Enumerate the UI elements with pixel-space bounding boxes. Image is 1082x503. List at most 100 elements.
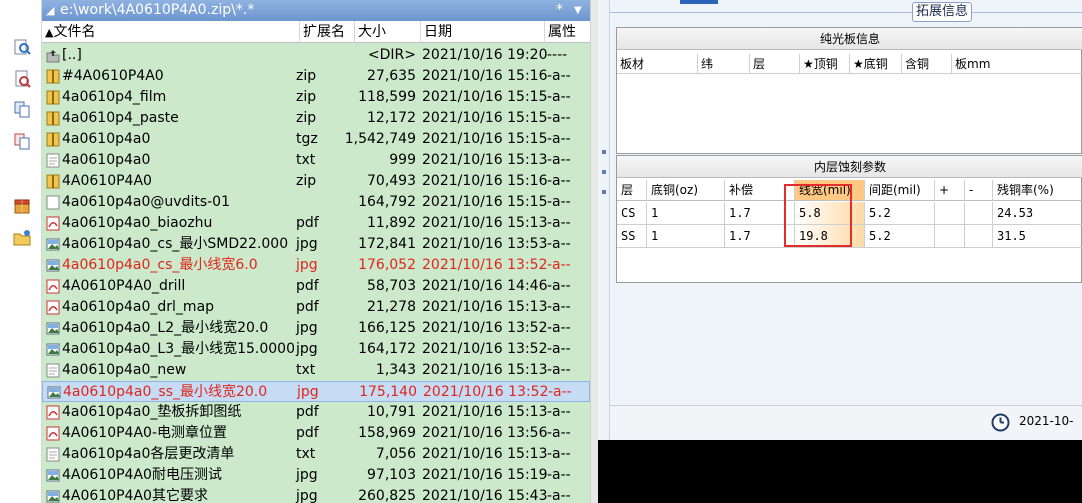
file-attr: -a--	[547, 404, 571, 420]
pure-board-column[interactable]: 板mm	[951, 54, 1001, 74]
file-attr: -a--	[547, 278, 571, 294]
pdf-file-icon	[46, 405, 60, 420]
path-bar[interactable]: ◢ e:\work\4A0610P4A0.zip\*.* * ▼	[42, 0, 590, 21]
file-ext: zip	[296, 68, 317, 84]
view-file-icon[interactable]	[13, 70, 31, 88]
etch-cell[interactable]	[935, 202, 965, 225]
file-ext: txt	[296, 446, 316, 462]
column-size[interactable]: 大小	[354, 21, 420, 43]
etch-column-header[interactable]: -	[965, 180, 993, 201]
file-row[interactable]: 4A0610P4A0其它要求 jpg 260,825 2021/10/16 15:43…	[42, 486, 590, 503]
etch-cell[interactable]: CS	[617, 202, 647, 225]
etch-cell[interactable]: 31.5	[993, 225, 1082, 248]
panel-splitter[interactable]	[598, 0, 610, 440]
file-row[interactable]: 4a0610p4a0_L2_最小线宽20.0 jpg 166,125 2021/10/…	[42, 318, 590, 339]
file-name: 4a0610p4_paste	[62, 110, 179, 126]
file-row[interactable]: 4a0610p4a0_L3_最小线宽15.0000.. jpg 164,172 202…	[42, 339, 590, 360]
pure-board-column[interactable]: ★顶铜	[799, 54, 849, 74]
pure-board-column[interactable]: 板材	[617, 54, 697, 74]
file-row[interactable]: 4a0610p4a0各层更改清单 txt 7,056 2021/10/16 15:13…	[42, 444, 590, 465]
new-folder-icon[interactable]	[13, 229, 31, 247]
file-date: 2021/10/16 15:13	[422, 299, 548, 315]
file-ext: zip	[296, 173, 317, 189]
file-date: 2021/10/16 15:16	[422, 173, 548, 189]
file-row[interactable]: 4a0610p4_paste zip 12,172 2021/10/16 15:15-…	[42, 108, 590, 129]
etch-cell[interactable]	[965, 202, 993, 225]
file-date: 2021/10/16 15:19	[422, 467, 548, 483]
file-row[interactable]: 4a0610p4a0_new txt 1,343 2021/10/16 15:13 -a…	[42, 360, 590, 381]
file-ext: jpg	[296, 320, 318, 336]
etch-cell[interactable]: 1	[647, 225, 725, 248]
file-size: 58,703	[367, 278, 416, 294]
file-size: 10,791	[367, 404, 416, 420]
file-ext: pdf	[296, 299, 319, 315]
file-row[interactable]: 4a0610p4a0_cs_最小SMD22.000 jpg 172,841 2021/…	[42, 234, 590, 255]
file-row[interactable]: 4A0610P4A0-电测章位置 pdf 158,969 2021/10/16 13:…	[42, 423, 590, 444]
file-name: 4a0610p4a0_L2_最小线宽20.0	[62, 320, 269, 336]
etch-cell[interactable]: SS	[617, 225, 647, 248]
file-attr: -a--	[547, 89, 571, 105]
file-size: 118,599	[358, 89, 416, 105]
pure-board-column[interactable]: 层	[749, 54, 799, 74]
pdf-file-icon	[46, 216, 60, 231]
etch-cell[interactable]	[935, 225, 965, 248]
file-row[interactable]: 4a0610p4a0 tgz 1,542,749 2021/10/16 15:15 -a…	[42, 129, 590, 150]
pure-board-column[interactable]: 纬	[697, 54, 749, 74]
column-name[interactable]: ▲文件名	[42, 21, 299, 43]
file-row[interactable]: 4A0610P4A0 zip 70,493 2021/10/16 15:16 -a--	[42, 171, 590, 192]
file-ext: jpg	[297, 384, 319, 400]
pure-board-column[interactable]: ★底铜	[849, 54, 901, 74]
file-date: 2021/10/16 15:13	[422, 446, 548, 462]
pack-icon[interactable]	[13, 197, 31, 215]
etch-cell[interactable]: 5.2	[865, 225, 935, 248]
file-attr: -a--	[547, 425, 571, 441]
splitter-grip	[602, 150, 606, 154]
file-row[interactable]: #4A0610P4A0 zip 27,635 2021/10/16 15:16 -a--	[42, 66, 590, 87]
pure-board-column[interactable]: 含铜	[901, 54, 951, 74]
file-ext: jpg	[296, 467, 318, 483]
file-size: 1,343	[375, 362, 416, 378]
etch-cell[interactable]: 1	[647, 202, 725, 225]
file-row[interactable]: 4a0610p4a0_ss_最小线宽20.0 jpg 175,140 2021/10/…	[42, 381, 590, 402]
file-row[interactable]: 4a0610p4a0@uvdits-01 164,792 2021/10/16 15…	[42, 192, 590, 213]
file-ext: zip	[296, 89, 317, 105]
etch-column-header[interactable]: +	[935, 180, 965, 201]
clock-icon	[991, 413, 1010, 432]
tab-ext-info[interactable]: 拓展信息	[912, 2, 972, 22]
column-date[interactable]: 日期	[420, 21, 544, 43]
history-dropdown-icon[interactable]: ▼	[574, 0, 582, 21]
file-row[interactable]: 4A0610P4A0_drill pdf 58,703 2021/10/16 14:4…	[42, 276, 590, 297]
etch-cell[interactable]: 24.53	[993, 202, 1082, 225]
find-icon[interactable]	[13, 38, 31, 56]
file-name: 4a0610p4a0	[62, 152, 151, 168]
file-size: 70,493	[367, 173, 416, 189]
etch-column-header[interactable]: 残铜率(%)	[993, 180, 1082, 201]
file-row[interactable]: 4a0610p4a0 txt 999 2021/10/16 15:13 -a--	[42, 150, 590, 171]
column-ext[interactable]: 扩展名	[299, 21, 354, 43]
file-row[interactable]: 4a0610p4a0_drl_map pdf 21,278 2021/10/16 15…	[42, 297, 590, 318]
file-ext: pdf	[296, 215, 319, 231]
file-attr: -a--	[547, 446, 571, 462]
etch-column-header[interactable]: 间距(mil)	[865, 180, 935, 201]
file-ext: pdf	[296, 425, 319, 441]
file-row[interactable]: 4a0610p4a0_biaozhu pdf 11,892 2021/10/16 15…	[42, 213, 590, 234]
copy-icon[interactable]	[13, 100, 31, 118]
etch-cell[interactable]	[965, 225, 993, 248]
column-attr[interactable]: 属性	[544, 21, 590, 43]
etch-cell[interactable]: 5.2	[865, 202, 935, 225]
current-path: e:\work\4A0610P4A0.zip\*.*	[60, 2, 255, 18]
filter-star[interactable]: *	[556, 0, 563, 21]
file-row[interactable]: 4A0610P4A0耐电压测试 jpg 97,103 2021/10/16 15:19…	[42, 465, 590, 486]
file-size: 999	[389, 152, 416, 168]
file-row[interactable]: 4a0610p4a0_垫板拆卸图纸 pdf 10,791 2021/10/16 15:…	[42, 402, 590, 423]
move-icon[interactable]	[13, 132, 31, 150]
file-list-scrollbar[interactable]	[590, 0, 598, 503]
file-size: 158,969	[358, 425, 416, 441]
divider	[610, 12, 1082, 13]
zip-folder-icon	[46, 132, 60, 147]
etch-column-header[interactable]: 底铜(oz)	[647, 180, 725, 201]
file-row[interactable]: 4a0610p4a0_cs_最小线宽6.0 jpg 176,052 2021/10/1…	[42, 255, 590, 276]
file-row[interactable]: 4a0610p4_film zip 118,599 2021/10/16 15:15-…	[42, 87, 590, 108]
etch-column-header[interactable]: 层	[617, 180, 647, 201]
file-row[interactable]: [..] <DIR> 2021/10/16 19:20 ----	[42, 45, 590, 66]
